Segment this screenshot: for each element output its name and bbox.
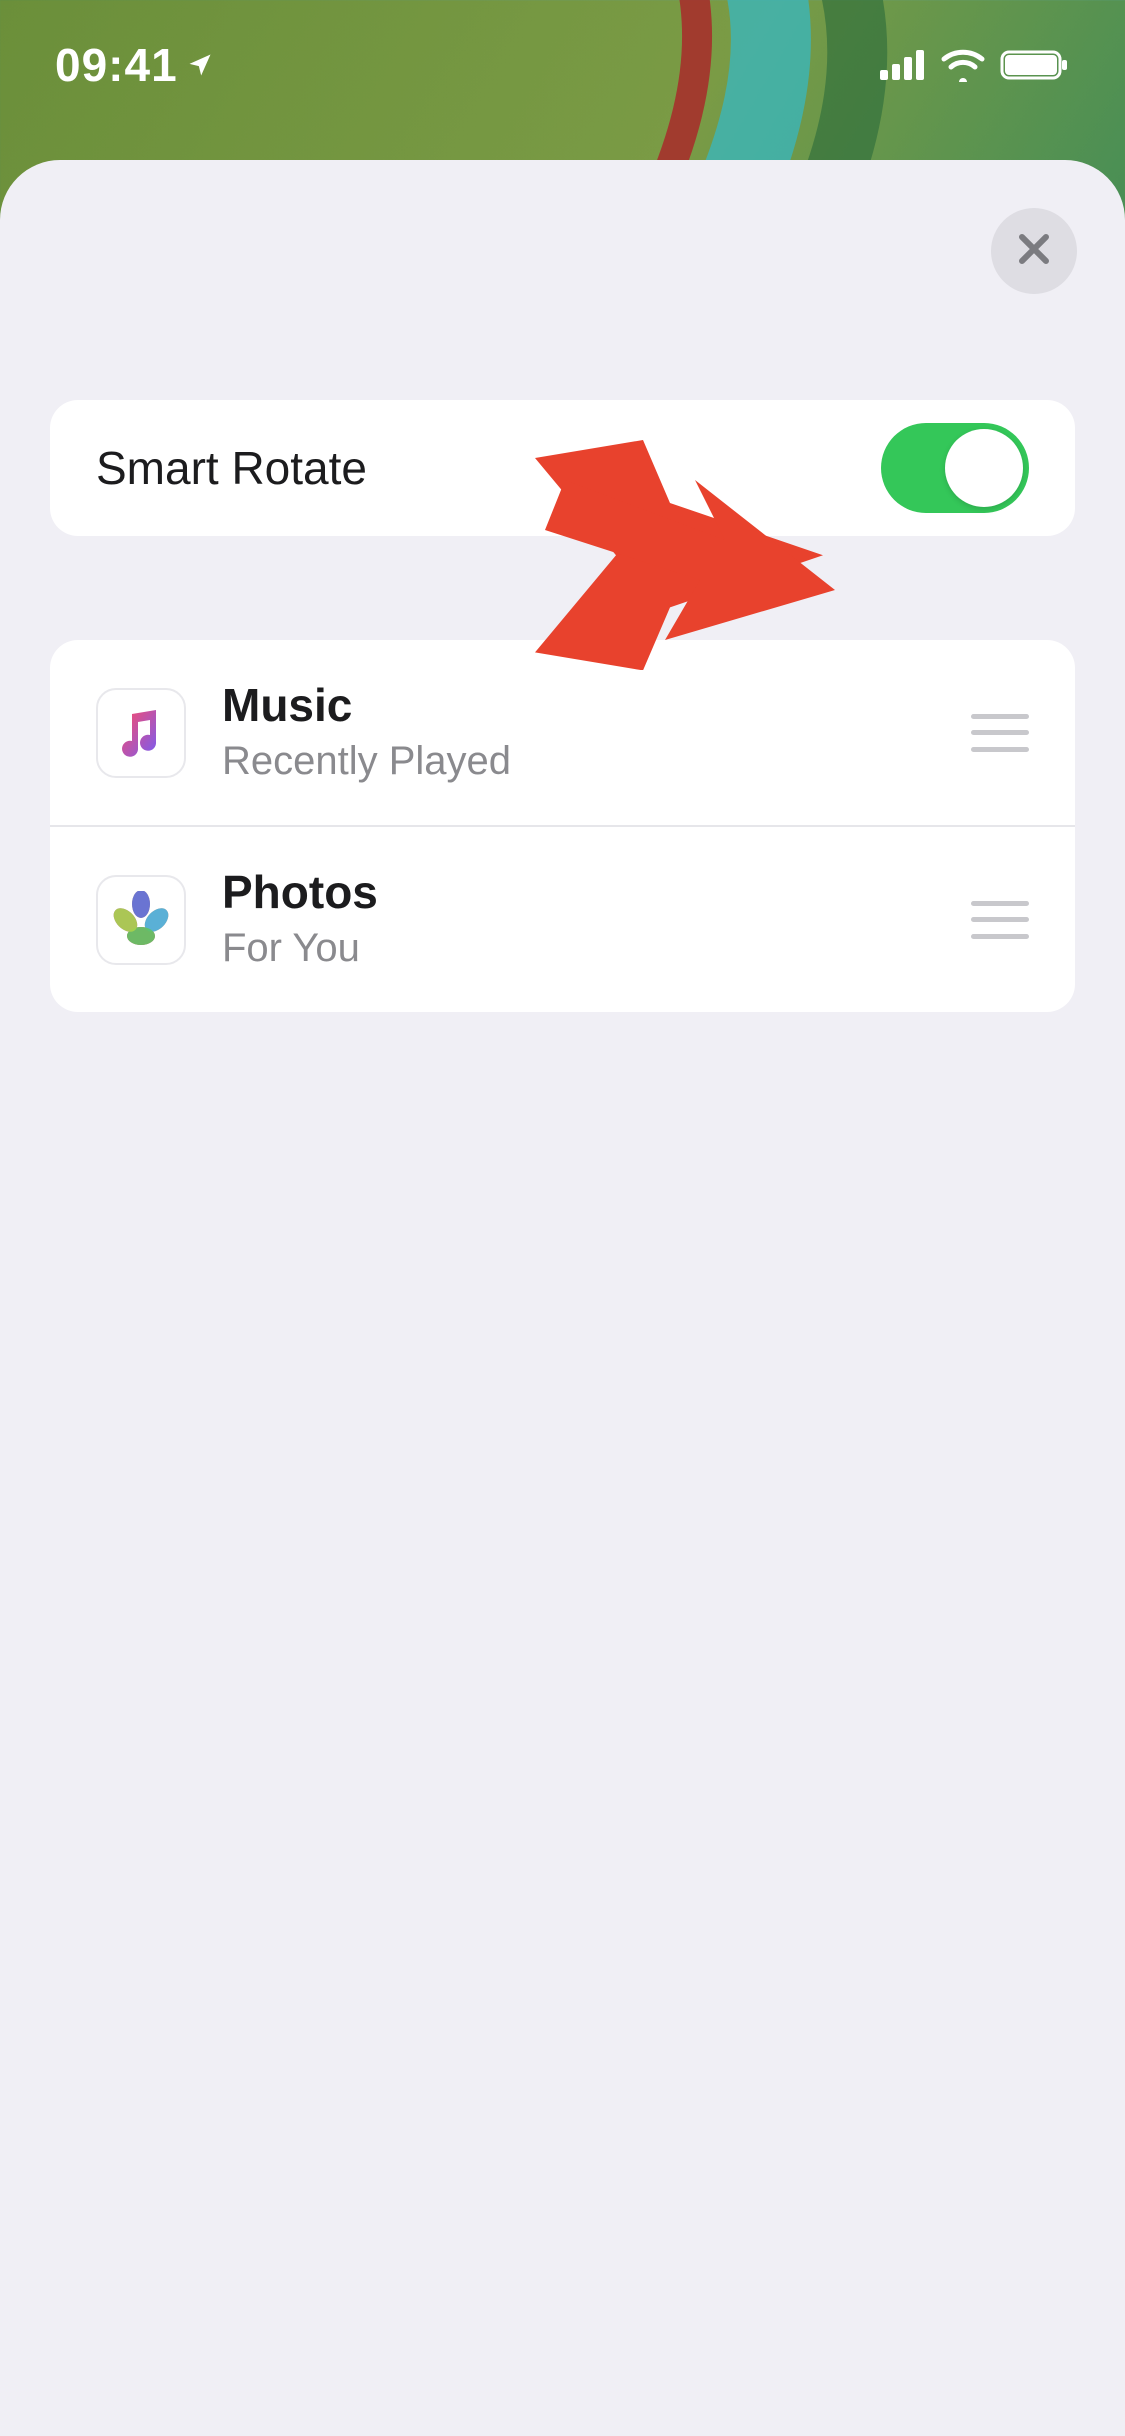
toggle-knob bbox=[945, 429, 1023, 507]
battery-icon bbox=[1000, 48, 1070, 82]
status-time: 09:41 bbox=[55, 38, 178, 92]
close-button[interactable] bbox=[991, 208, 1077, 294]
status-left: 09:41 bbox=[55, 38, 214, 92]
wifi-icon bbox=[940, 48, 986, 82]
smart-rotate-row: Smart Rotate bbox=[50, 400, 1075, 536]
smart-rotate-label: Smart Rotate bbox=[96, 441, 367, 495]
widget-stack-sheet: Smart Rotate bbox=[0, 160, 1125, 2436]
widget-subtitle: For You bbox=[222, 922, 935, 974]
widget-subtitle: Recently Played bbox=[222, 735, 935, 787]
widget-text: Photos For You bbox=[222, 865, 935, 974]
widget-row-music[interactable]: Music Recently Played bbox=[50, 640, 1075, 825]
music-icon bbox=[96, 688, 186, 778]
status-bar: 09:41 bbox=[0, 0, 1125, 130]
drag-handle-icon[interactable] bbox=[971, 714, 1029, 752]
drag-handle-icon[interactable] bbox=[971, 901, 1029, 939]
widget-list: Music Recently Played bbox=[50, 640, 1075, 1012]
close-icon bbox=[1014, 229, 1054, 274]
smart-rotate-toggle[interactable] bbox=[881, 423, 1029, 513]
cellular-signal-icon bbox=[878, 48, 926, 82]
widget-text: Music Recently Played bbox=[222, 678, 935, 787]
location-arrow-icon bbox=[186, 51, 214, 79]
widget-row-photos[interactable]: Photos For You bbox=[50, 825, 1075, 1012]
widget-title: Music bbox=[222, 678, 935, 733]
status-right bbox=[878, 48, 1070, 82]
photos-icon bbox=[96, 875, 186, 965]
widget-title: Photos bbox=[222, 865, 935, 920]
